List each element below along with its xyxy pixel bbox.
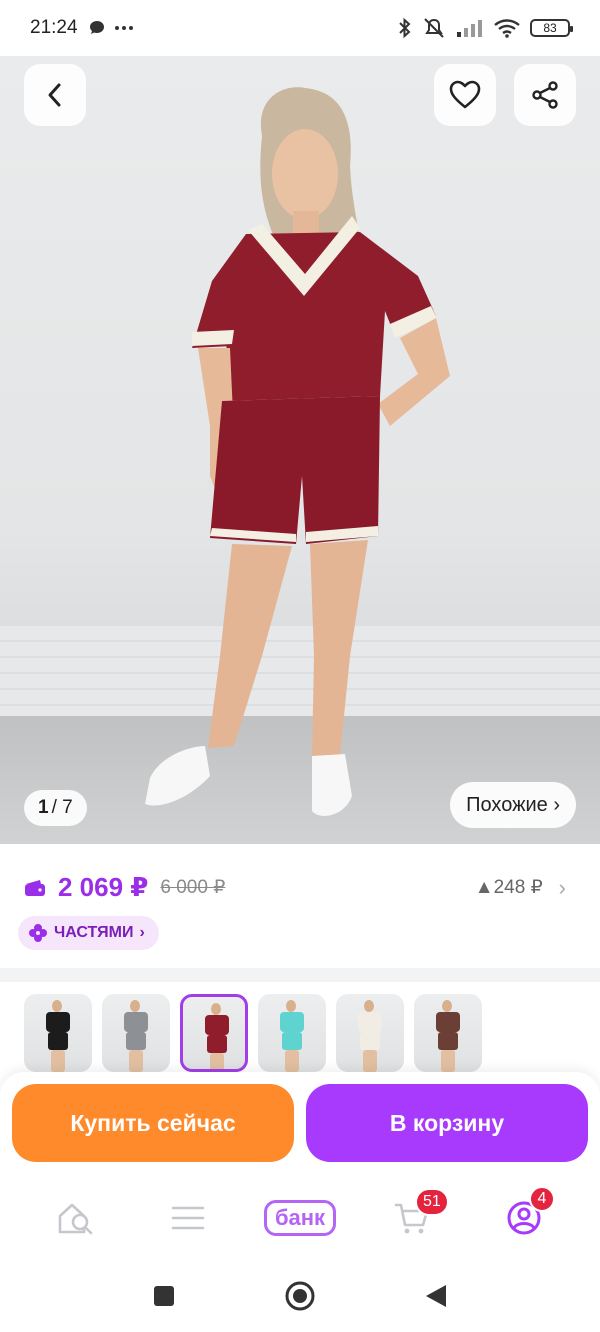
bonus-value: ▲248 ₽ <box>474 877 543 898</box>
installments-label: ЧАСТЯМИ <box>54 924 134 941</box>
bluetooth-icon <box>399 17 411 39</box>
chat-bubble-icon <box>89 21 104 34</box>
variant-figure-top <box>280 1012 304 1032</box>
share-button[interactable] <box>514 64 576 126</box>
back-triangle-icon[interactable] <box>424 1283 448 1309</box>
status-bar: 21:24 83 <box>0 0 600 56</box>
variant-figure-bottom <box>360 1032 380 1050</box>
variant-figure-head <box>442 1000 452 1012</box>
similar-button[interactable]: Похожие › <box>450 782 576 828</box>
action-bar: Купить сейчас В корзину <box>0 1072 600 1176</box>
wallet-icon <box>25 879 45 896</box>
mute-icon <box>424 18 444 38</box>
bonus-points[interactable]: ▲248 ₽ › <box>475 875 566 901</box>
color-variants <box>0 982 600 1082</box>
variant-thumbnail-cream[interactable] <box>336 994 404 1072</box>
variant-figure-head <box>211 1003 221 1015</box>
price-card: 2 069 ₽ 6 000 ₽ ▲248 ₽ › ЧАСТЯМИ › <box>0 846 600 970</box>
variant-figure-legs <box>51 1050 65 1072</box>
variant-figure-head <box>364 1000 374 1012</box>
add-to-cart-button[interactable]: В корзину <box>306 1084 588 1162</box>
installments-button[interactable]: ЧАСТЯМИ › <box>18 916 159 950</box>
nav-bank[interactable]: банк <box>263 1188 337 1248</box>
variant-figure-legs <box>129 1050 143 1072</box>
variant-figure-top <box>205 1015 229 1035</box>
variant-thumbnail-black[interactable] <box>24 994 92 1072</box>
old-price: 6 000 ₽ <box>160 877 226 898</box>
recents-square-icon[interactable] <box>152 1284 176 1308</box>
bottom-navigation: банк 51 4 <box>0 1176 600 1260</box>
section-divider <box>0 968 600 982</box>
status-time: 21:24 <box>30 17 78 38</box>
variant-figure-top <box>436 1012 460 1032</box>
chevron-right-icon: › <box>139 924 145 941</box>
back-button[interactable] <box>24 64 86 126</box>
chevron-right-icon: › <box>558 874 566 900</box>
nav-catalog[interactable] <box>153 1188 223 1248</box>
variant-figure-head <box>130 1000 140 1012</box>
variant-figure-bottom <box>48 1032 68 1050</box>
image-counter: 1 / 7 <box>24 790 87 826</box>
heart-icon <box>449 80 481 109</box>
variant-figure-legs <box>285 1050 299 1072</box>
home-search-icon <box>58 1203 93 1235</box>
chevron-left-icon <box>48 83 61 107</box>
status-right: 83 <box>398 17 573 39</box>
battery-indicator: 83 <box>530 19 573 37</box>
signal-icon <box>457 20 482 37</box>
variant-thumbnail-turquoise[interactable] <box>258 994 326 1072</box>
flower-icon <box>29 924 47 942</box>
share-icon <box>532 81 558 109</box>
variant-figure-bottom <box>207 1035 227 1053</box>
status-left-icons <box>88 19 134 37</box>
variant-figure-bottom <box>126 1032 146 1050</box>
wifi-icon <box>494 19 520 38</box>
product-image-gallery[interactable]: 1 / 7 Похожие › <box>0 56 600 844</box>
nav-profile[interactable]: 4 <box>489 1186 559 1248</box>
variant-thumbnail-brown[interactable] <box>414 994 482 1072</box>
favorite-button[interactable] <box>434 64 496 126</box>
profile-badge: 4 <box>529 1186 555 1212</box>
image-counter-total: / 7 <box>51 797 73 818</box>
variant-thumbnail-burgundy[interactable] <box>180 994 248 1072</box>
home-circle-icon[interactable] <box>284 1280 316 1312</box>
system-navigation <box>0 1260 600 1332</box>
image-counter-current: 1 <box>38 797 49 818</box>
cart-badge: 51 <box>415 1188 449 1216</box>
variant-figure-head <box>286 1000 296 1012</box>
variant-figure-top <box>124 1012 148 1032</box>
product-photo-model <box>145 87 450 816</box>
similar-label: Похожие › <box>466 793 560 816</box>
bank-label: банк <box>263 1200 337 1236</box>
variant-figure-top <box>358 1012 382 1032</box>
variant-figure-bottom <box>438 1032 458 1050</box>
variant-figure-legs <box>363 1050 377 1072</box>
nav-cart[interactable]: 51 <box>377 1188 449 1248</box>
variant-figure-legs <box>210 1053 224 1069</box>
current-price: 2 069 ₽ <box>58 872 149 902</box>
variant-figure-head <box>52 1000 62 1012</box>
variant-figure-bottom <box>282 1032 302 1050</box>
variant-figure-top <box>46 1012 70 1032</box>
variant-thumbnail-gray[interactable] <box>102 994 170 1072</box>
more-dots-icon <box>114 26 133 30</box>
variant-figure-legs <box>441 1050 455 1072</box>
price-row: 2 069 ₽ 6 000 ₽ ▲248 ₽ › <box>24 872 566 903</box>
nav-home[interactable] <box>41 1188 111 1248</box>
buy-now-button[interactable]: Купить сейчас <box>12 1084 294 1162</box>
menu-lines-icon <box>171 1206 205 1230</box>
